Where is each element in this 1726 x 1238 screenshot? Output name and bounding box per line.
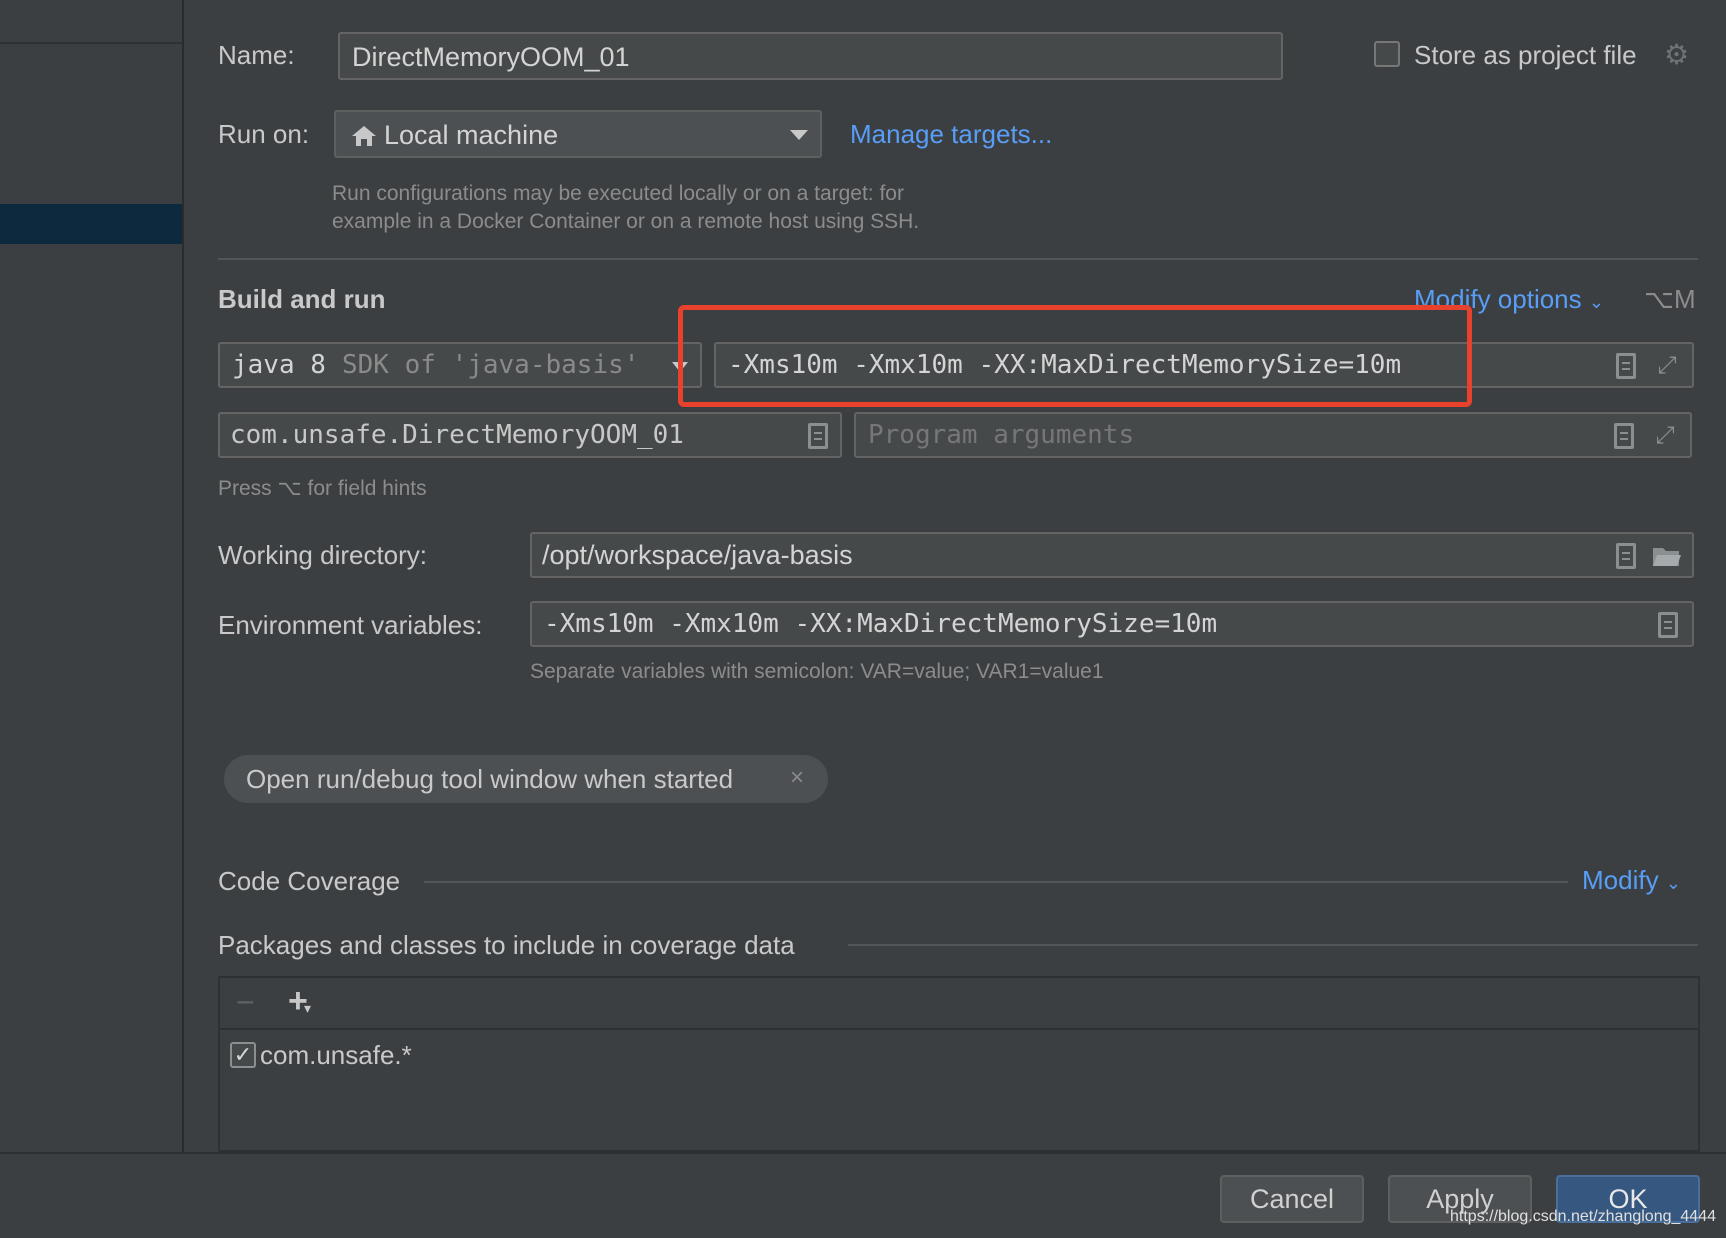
coverage-toolbar: − + ▾ bbox=[220, 978, 1698, 1030]
expand-icon[interactable]: ⤢ bbox=[1654, 352, 1680, 378]
working-dir-label: Working directory: bbox=[218, 540, 428, 570]
tool-window-tag[interactable]: Open run/debug tool window when started … bbox=[224, 755, 828, 803]
store-project-checkbox[interactable] bbox=[1374, 41, 1400, 67]
bottom-separator bbox=[0, 1152, 1726, 1154]
folder-icon[interactable] bbox=[1652, 544, 1682, 568]
run-on-label: Run on: bbox=[218, 119, 310, 149]
coverage-list-panel: − + ▾ ✓ com.unsafe.* bbox=[218, 976, 1700, 1152]
document-icon[interactable] bbox=[1614, 423, 1634, 449]
gear-icon[interactable]: ⚙ bbox=[1664, 40, 1694, 70]
section-separator bbox=[218, 258, 1698, 260]
main-class-input[interactable]: com.unsafe.DirectMemoryOOM_01 bbox=[218, 412, 842, 458]
run-on-hint-line1: Run configurations may be executed local… bbox=[332, 182, 904, 205]
highlight-annotation bbox=[678, 305, 1472, 407]
sdk-detail: SDK of 'java-basis' bbox=[342, 350, 640, 380]
env-vars-input[interactable]: -Xms10m -Xmx10m -XX:MaxDirectMemorySize=… bbox=[530, 601, 1694, 647]
coverage-modify-label: Modify bbox=[1582, 865, 1659, 895]
packages-separator bbox=[848, 944, 1698, 946]
coverage-modify-link[interactable]: Modify ⌄ bbox=[1582, 865, 1681, 896]
program-arguments-placeholder: Program arguments bbox=[868, 420, 1135, 450]
chevron-down-icon: ⌄ bbox=[1665, 873, 1681, 893]
cancel-button[interactable]: Cancel bbox=[1220, 1175, 1364, 1223]
watermark-text: https://blog.csdn.net/zhanglong_4444 bbox=[1450, 1208, 1716, 1225]
sdk-dropdown[interactable]: java 8 SDK of 'java-basis' bbox=[218, 342, 702, 388]
field-hints-text: Press ⌥ for field hints bbox=[218, 477, 427, 500]
store-project-label: Store as project file bbox=[1414, 40, 1637, 70]
document-icon[interactable] bbox=[1616, 543, 1636, 569]
run-on-dropdown[interactable]: Local machine bbox=[334, 110, 822, 158]
chevron-down-icon: ▾ bbox=[304, 1000, 312, 1016]
name-value: DirectMemoryOOM_01 bbox=[352, 42, 630, 72]
document-icon[interactable] bbox=[808, 423, 828, 449]
sidebar-divider bbox=[0, 42, 182, 44]
document-icon[interactable] bbox=[1616, 353, 1636, 379]
program-arguments-input[interactable]: Program arguments ⤢ bbox=[854, 412, 1692, 458]
env-vars-value: -Xms10m -Xmx10m -XX:MaxDirectMemorySize=… bbox=[544, 609, 1218, 639]
coverage-separator bbox=[424, 881, 1568, 883]
run-on-hint-line2: example in a Docker Container or on a re… bbox=[332, 210, 920, 233]
home-icon bbox=[352, 126, 376, 146]
sidebar-selected-item[interactable] bbox=[0, 204, 182, 244]
working-dir-input[interactable]: /opt/workspace/java-basis bbox=[530, 532, 1694, 578]
env-vars-hint: Separate variables with semicolon: VAR=v… bbox=[530, 660, 1104, 683]
build-run-title: Build and run bbox=[218, 284, 386, 314]
chevron-down-icon bbox=[790, 130, 808, 140]
expand-icon[interactable]: ⤢ bbox=[1652, 422, 1678, 448]
code-coverage-title: Code Coverage bbox=[218, 866, 401, 896]
run-on-value: Local machine bbox=[384, 120, 559, 150]
working-dir-value: /opt/workspace/java-basis bbox=[542, 540, 853, 570]
modify-options-shortcut: ⌥M bbox=[1644, 284, 1696, 314]
sidebar-panel bbox=[0, 0, 184, 1152]
manage-targets-link[interactable]: Manage targets... bbox=[850, 119, 1052, 150]
tool-window-tag-label: Open run/debug tool window when started bbox=[246, 764, 734, 794]
remove-icon[interactable]: − bbox=[236, 984, 255, 1021]
sdk-main: java 8 bbox=[232, 350, 326, 380]
name-label: Name: bbox=[218, 40, 295, 70]
name-input[interactable]: DirectMemoryOOM_01 bbox=[338, 32, 1283, 80]
env-vars-label: Environment variables: bbox=[218, 610, 483, 640]
document-icon[interactable] bbox=[1658, 612, 1678, 638]
coverage-packages-title: Packages and classes to include in cover… bbox=[218, 930, 795, 960]
coverage-item-label: com.unsafe.* bbox=[260, 1040, 412, 1070]
checkbox-checked[interactable]: ✓ bbox=[230, 1042, 256, 1068]
chevron-down-icon: ⌄ bbox=[1588, 292, 1604, 312]
main-class-value: com.unsafe.DirectMemoryOOM_01 bbox=[230, 420, 684, 450]
close-icon[interactable]: × bbox=[790, 764, 804, 792]
